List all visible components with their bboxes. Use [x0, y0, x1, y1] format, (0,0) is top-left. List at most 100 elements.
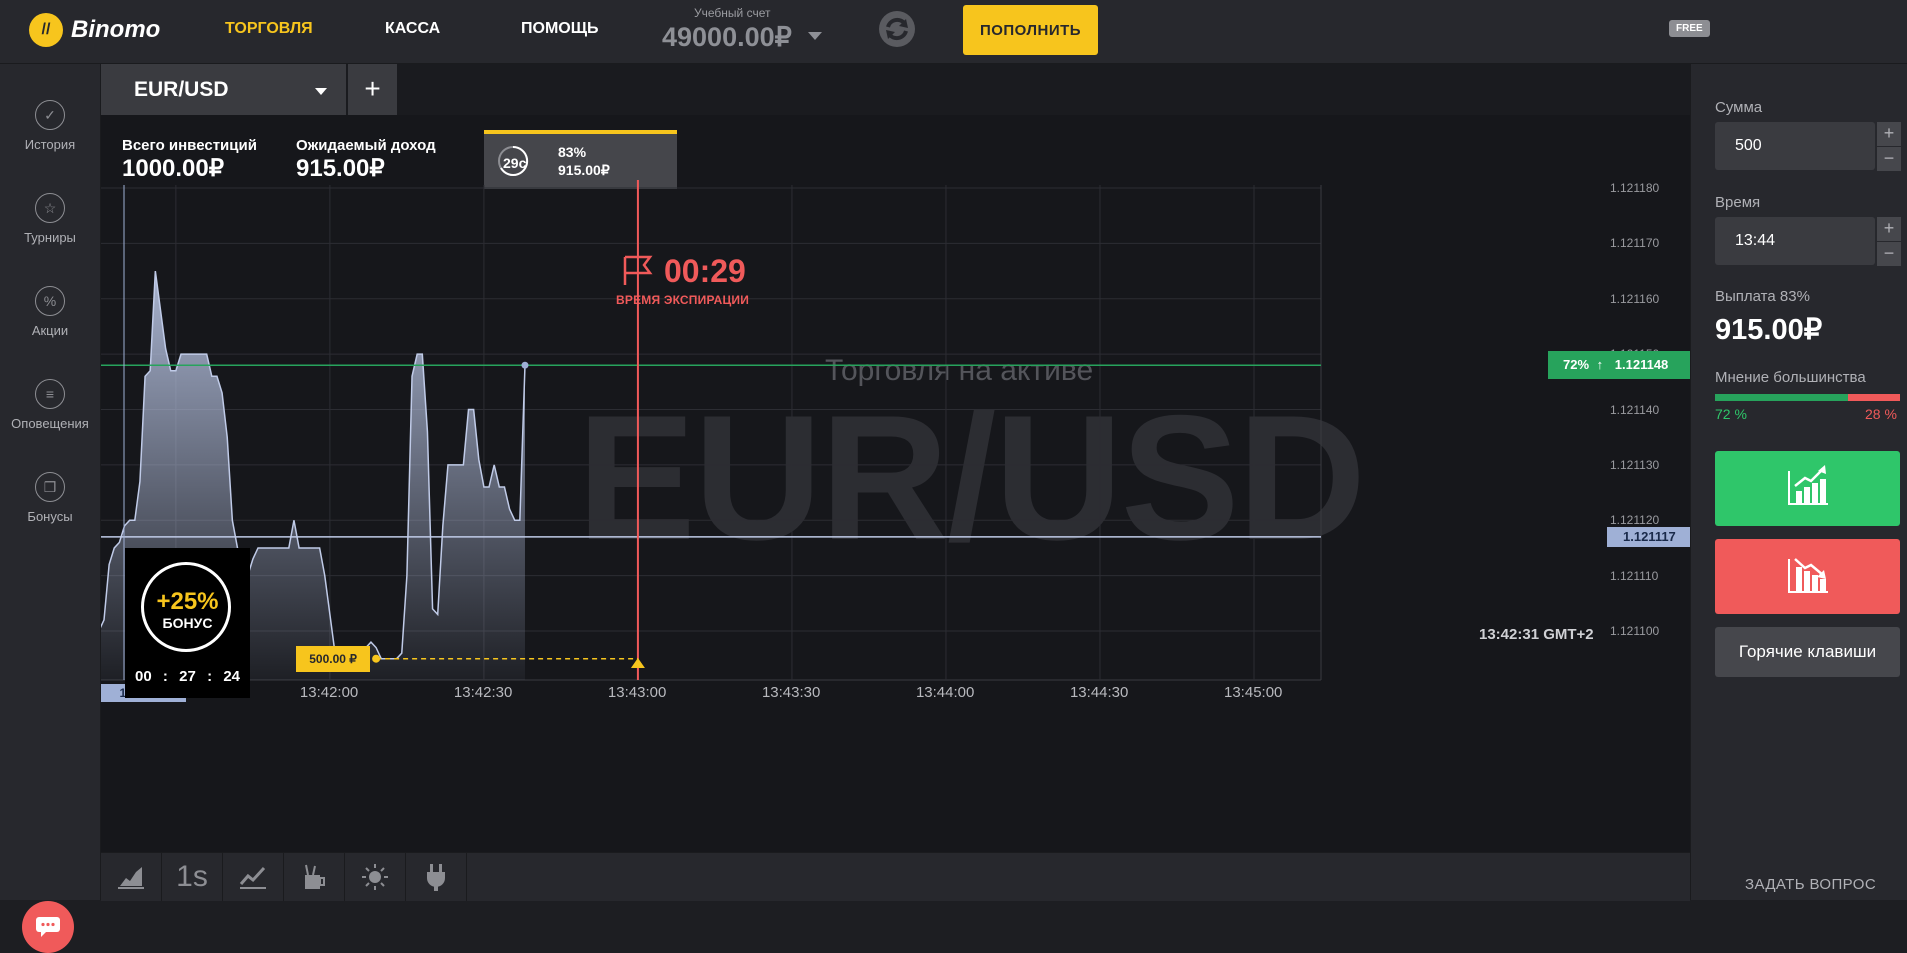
price-tick-label: 1.121130 — [1610, 457, 1660, 472]
trophy-icon: ☆ — [35, 193, 65, 223]
time-increase-button[interactable]: + — [1877, 217, 1901, 241]
opinion-down-percent: 28 % — [1865, 406, 1897, 422]
drawing-tools-button[interactable] — [284, 853, 345, 901]
chart-area[interactable]: Всего инвестиций 1000.00₽ Ожидаемый дохо… — [101, 115, 1690, 852]
nav-help[interactable]: ПОМОЩЬ — [521, 20, 599, 38]
call-up-button[interactable] — [1715, 451, 1900, 526]
free-badge: FREE — [1669, 20, 1710, 37]
timeframe-label: 1s — [176, 860, 208, 893]
expiration-label: ВРЕМЯ ЭКСПИРАЦИИ — [616, 293, 750, 307]
check-icon: ✓ — [35, 100, 65, 130]
logo-icon: // — [29, 13, 63, 47]
price-tick-label: 1.121170 — [1610, 236, 1660, 251]
amount-input[interactable]: 500 — [1715, 122, 1875, 170]
sidebar-item-label: Бонусы — [27, 509, 73, 524]
amount-decrease-button[interactable]: − — [1877, 147, 1901, 171]
chart-type-button[interactable] — [101, 853, 162, 901]
indicators-button[interactable] — [223, 853, 284, 901]
nav-trade[interactable]: ТОРГОВЛЯ — [225, 20, 313, 38]
last-price-dot — [521, 361, 529, 369]
ask-question-link[interactable]: ЗАДАТЬ ВОПРОС — [1745, 876, 1876, 893]
gift-icon: ❒ — [35, 472, 65, 502]
sidebar-item-label: История — [24, 137, 76, 152]
time-tick-label: 13:43:00 — [607, 684, 667, 701]
payout-percent: 83% — [1779, 288, 1810, 305]
bonus-seconds: 24 — [223, 668, 240, 685]
sidebar-item-notifications[interactable]: ≡ Оповещения — [0, 379, 100, 431]
payout-label: Выплата 83% — [1715, 288, 1810, 305]
bonus-minutes: 27 — [179, 668, 196, 685]
bonus-hours: 00 — [135, 668, 152, 685]
trade-panel: Сумма 500 + − Время 13:44 + − Выплата 83… — [1690, 64, 1907, 900]
nav-cash[interactable]: КАССА — [385, 20, 440, 38]
percent-icon: % — [35, 286, 65, 316]
chart-toolbar: 1s — [101, 852, 1690, 901]
hotkeys-button[interactable]: Горячие клавиши — [1715, 627, 1900, 677]
time-tick-label: 13:42:30 — [453, 684, 513, 701]
price-tick-label: 1.121140 — [1610, 402, 1660, 417]
sun-icon — [362, 864, 388, 890]
current-time: 13:42:31 GMT+2 — [1479, 626, 1594, 643]
theme-button[interactable] — [345, 853, 406, 901]
chat-button[interactable] — [22, 901, 74, 953]
asset-name: EUR/USD — [134, 78, 229, 101]
sidebar-item-bonuses[interactable]: ❒ Бонусы — [0, 472, 100, 524]
bet-amount-tag: 500.00 ₽ — [296, 645, 371, 672]
expiry-marker — [630, 658, 645, 668]
indicators-icon — [239, 866, 266, 889]
time-separator: : — [162, 668, 168, 685]
price-tick-label: 1.121110 — [1610, 568, 1659, 583]
majority-opinion-bar — [1715, 394, 1900, 401]
amount-increase-button[interactable]: + — [1877, 122, 1901, 146]
opinion-up-fill — [1715, 394, 1849, 401]
logo[interactable]: // Binomo — [29, 13, 160, 47]
open-price: 1.121117 — [1623, 528, 1676, 544]
sidebar-item-history[interactable]: ✓ История — [0, 100, 100, 152]
current-price-tag: 72% ↑ 1.121148 — [1548, 351, 1690, 380]
chart-up-icon — [1788, 465, 1828, 505]
plug-icon — [427, 864, 445, 891]
price-tick-label: 1.121160 — [1610, 291, 1660, 306]
left-sidebar: ✓ История ☆ Турниры % Акции ≡ Оповещения… — [0, 64, 101, 953]
sidebar-item-promotions[interactable]: % Акции — [0, 286, 100, 338]
area-chart-icon — [118, 867, 144, 889]
time-input[interactable]: 13:44 — [1715, 217, 1875, 265]
add-asset-button[interactable]: + — [348, 64, 397, 115]
plugins-button[interactable] — [406, 853, 467, 901]
payout-value: 915.00₽ — [1715, 314, 1823, 346]
bonus-timer-widget[interactable]: +25% БОНУС 00 : 27 : 24 — [125, 548, 250, 698]
time-tick-label: 13:42:00 — [299, 684, 359, 701]
asset-tab-eurusd[interactable]: EUR/USD — [101, 64, 346, 115]
opinion-up-percent: 72 % — [1715, 406, 1747, 422]
chevron-down-icon[interactable] — [315, 88, 327, 95]
refresh-icon[interactable] — [877, 9, 917, 49]
sidebar-item-tournaments[interactable]: ☆ Турниры — [0, 193, 100, 245]
account-balance[interactable]: 49000.00₽ — [662, 22, 792, 53]
timeframe-button[interactable]: 1s — [162, 853, 223, 901]
price-tick-label: 1.121180 — [1610, 181, 1660, 195]
put-down-button[interactable] — [1715, 539, 1900, 614]
price-chart[interactable] — [101, 115, 1690, 852]
time-value: 13:44 — [1735, 232, 1776, 249]
bonus-countdown: 00 : 27 : 24 — [135, 668, 240, 685]
top-bar: // Binomo ТОРГОВЛЯ КАССА ПОМОЩЬ Учебный … — [0, 0, 1907, 64]
bell-list-icon: ≡ — [35, 379, 65, 409]
chevron-down-icon[interactable] — [808, 32, 822, 40]
time-tick-label: 13:43:30 — [761, 684, 821, 701]
deposit-button[interactable]: ПОПОЛНИТЬ — [963, 5, 1098, 55]
open-price-tag: 1.121117 — [1607, 526, 1690, 547]
pencil-cup-icon — [305, 864, 325, 889]
chart-down-icon — [1788, 558, 1828, 593]
time-tick-label: 13:45:00 — [1224, 684, 1283, 701]
time-label: Время — [1715, 194, 1761, 211]
amount-label: Сумма — [1715, 99, 1763, 116]
time-separator: : — [207, 668, 213, 685]
majority-opinion-label: Мнение большинства — [1715, 369, 1866, 386]
time-decrease-button[interactable]: − — [1877, 242, 1901, 266]
sidebar-item-label: Оповещения — [11, 416, 89, 431]
bet-dot — [372, 654, 381, 663]
logo-text: Binomo — [71, 16, 161, 43]
sidebar-item-label: Акции — [31, 323, 69, 338]
price-tick-label: 1.121120 — [1610, 513, 1660, 528]
sidebar-item-label: Турниры — [24, 230, 76, 245]
